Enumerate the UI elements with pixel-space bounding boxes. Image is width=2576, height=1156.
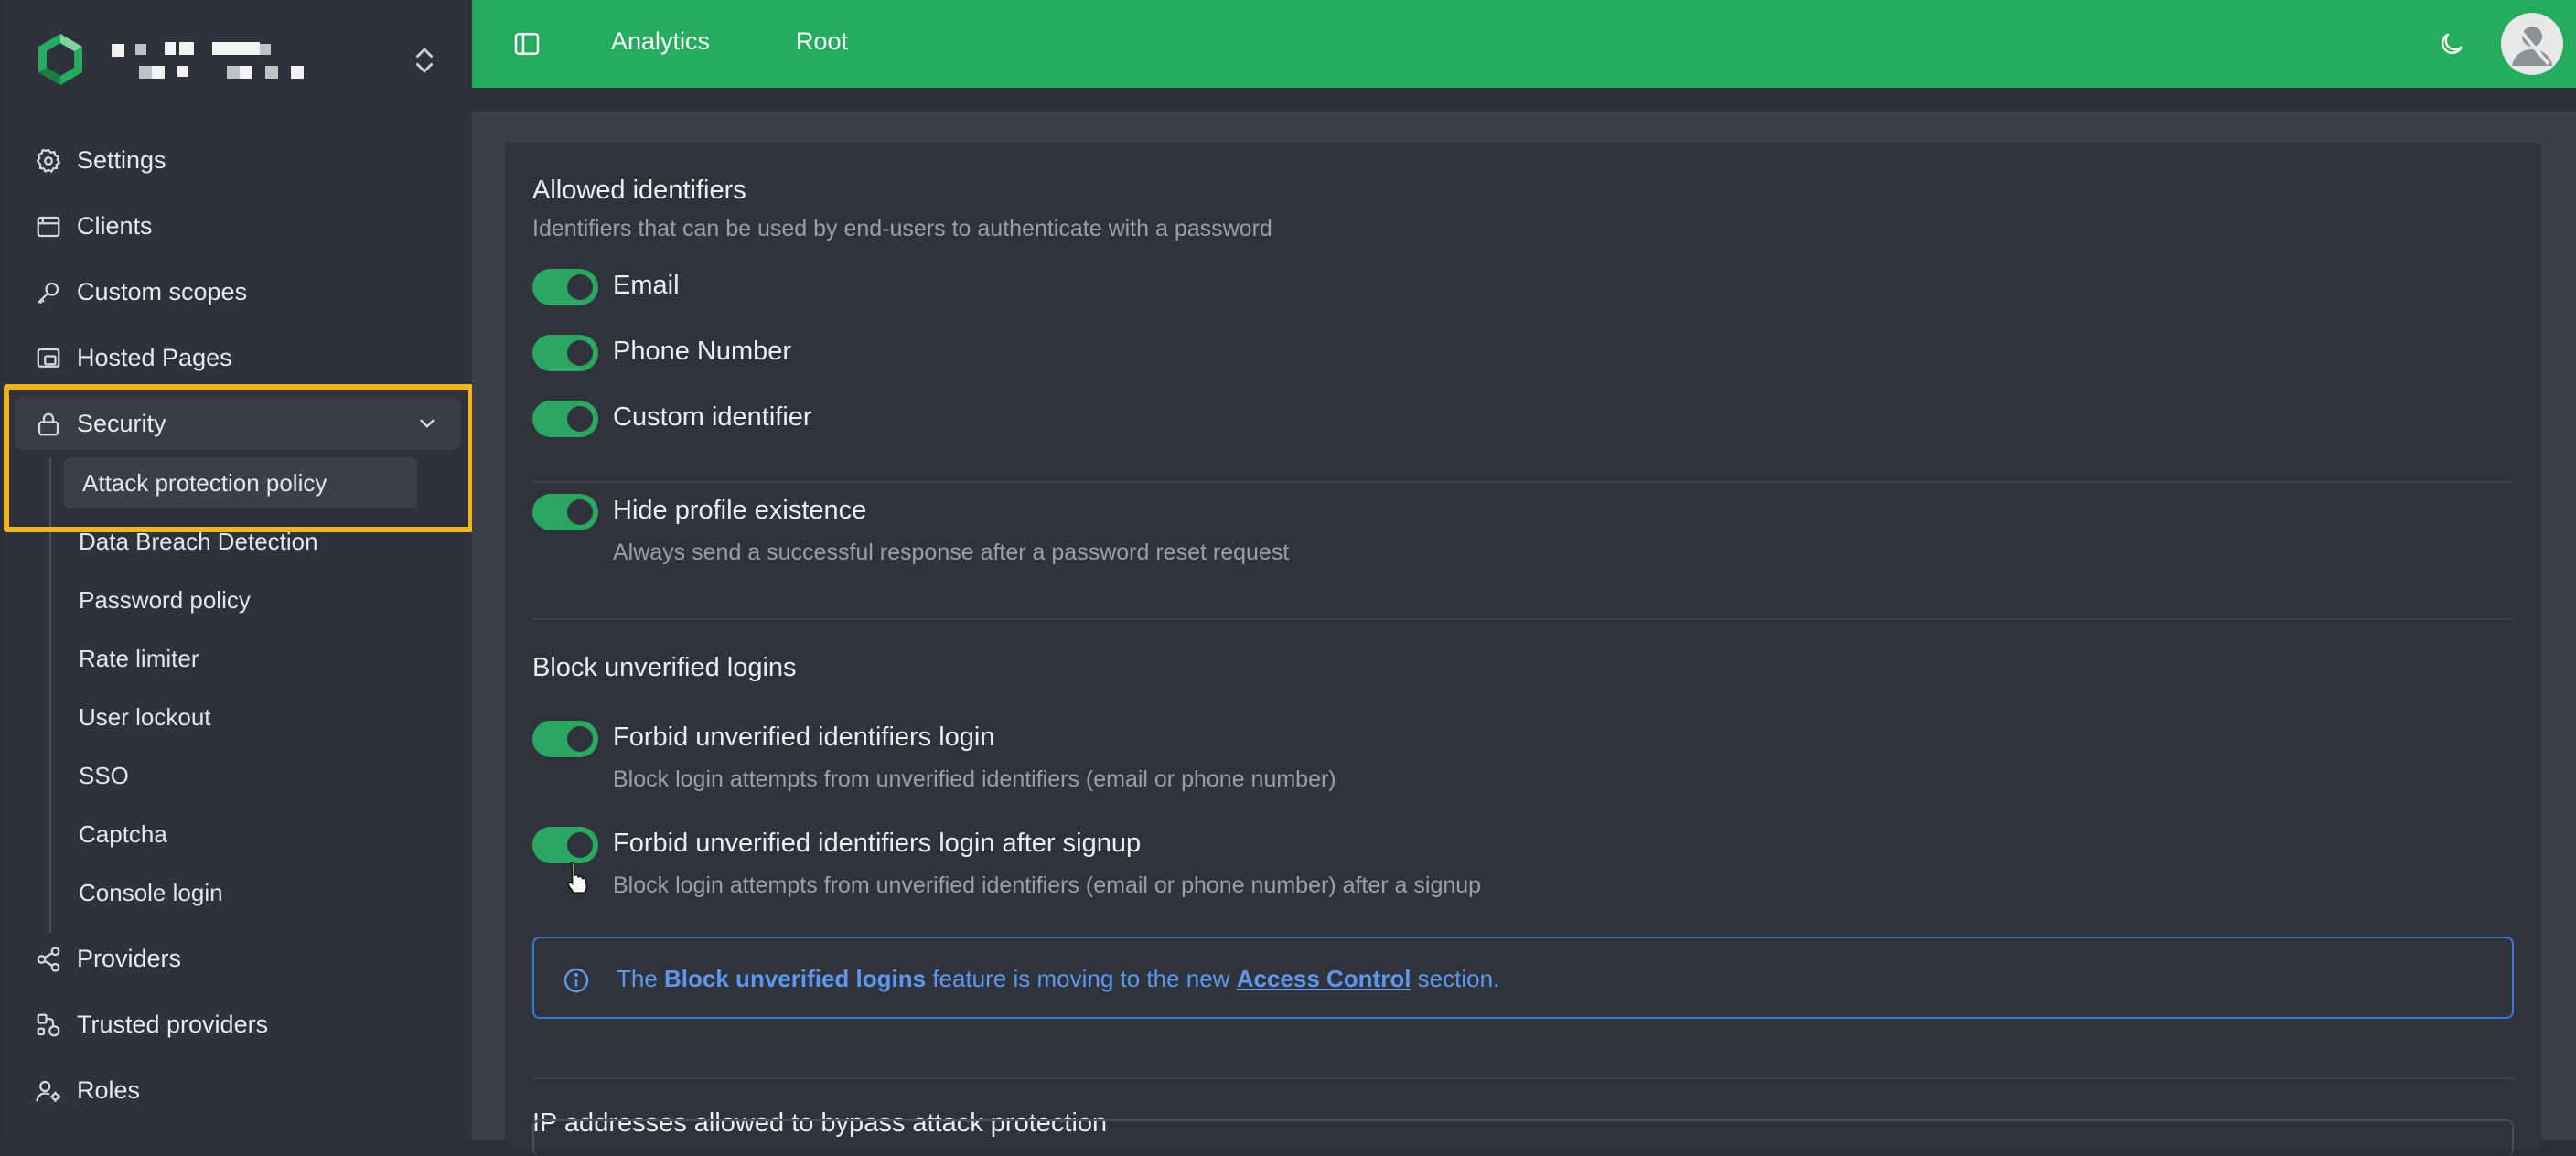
info-icon — [564, 968, 589, 993]
divider — [532, 618, 2514, 620]
sidebar-subitem-label: Data Breach Detection — [79, 527, 318, 555]
lock-icon — [38, 412, 59, 436]
sidebar-item-label: Providers — [77, 944, 182, 972]
custom-identifier-toggle[interactable] — [532, 401, 598, 437]
workspace-name-redacted — [112, 37, 349, 88]
toggle-description: Block login attempts from unverified ide… — [613, 766, 1336, 792]
nodes-icon — [37, 1013, 60, 1037]
divider — [532, 481, 2514, 483]
toggle-label: Forbid unverified identifiers login afte… — [613, 829, 1142, 858]
sidebar-subitem-label: SSO — [79, 761, 129, 789]
avatar[interactable] — [2501, 13, 2563, 75]
top-bar: Analytics Root — [472, 0, 2576, 88]
sidebar-subitem-user-lockout[interactable]: User lockout — [79, 691, 211, 743]
chevron-down-icon[interactable] — [415, 412, 439, 435]
sidebar-toggle-icon[interactable] — [512, 29, 542, 59]
toggle-label: Forbid unverified identifiers login — [613, 722, 995, 752]
sidebar-subitem-console-login[interactable]: Console login — [79, 867, 223, 918]
phone-number-toggle[interactable] — [532, 335, 598, 371]
sidebar-item-label: Clients — [77, 211, 153, 240]
sidebar-subitem-label: Console login — [79, 878, 223, 906]
ip-bypass-input[interactable] — [532, 1119, 2514, 1156]
sidebar-item-providers[interactable]: Providers — [15, 932, 461, 985]
workspace-switcher[interactable] — [31, 27, 452, 91]
sidebar-item-clients[interactable]: Clients — [15, 199, 461, 252]
sidebar-item-trusted-providers[interactable]: Trusted providers — [15, 998, 461, 1051]
window-icon — [37, 216, 60, 238]
sidebar-item-hosted-pages[interactable]: Hosted Pages — [15, 331, 461, 384]
toggle-description: Block login attempts from unverified ide… — [613, 872, 1482, 898]
moon-icon[interactable] — [2437, 29, 2466, 59]
allowed-identifiers-description: Identifiers that can be used by end-user… — [532, 216, 1272, 241]
nav-link-root[interactable]: Root — [796, 27, 848, 56]
sidebar-item-label: Trusted providers — [77, 1010, 269, 1038]
pages-icon — [37, 348, 60, 368]
toggle-label: Phone Number — [613, 337, 792, 366]
sidebar-subitem-label: Attack protection policy — [82, 468, 327, 497]
header-spacer — [472, 88, 2576, 112]
info-middle: feature is moving to the new — [926, 965, 1237, 992]
attack-protection-card: Allowed identifiers Identifiers that can… — [505, 143, 2541, 1149]
toggle-label: Hide profile existence — [613, 496, 867, 525]
sidebar-item-label: Hosted Pages — [77, 343, 232, 371]
app-window: Settings Clients Custom scopes Hosted Pa… — [0, 0, 2576, 1156]
toggle-label: Custom identifier — [613, 402, 812, 432]
sidebar-subitem-captcha[interactable]: Captcha — [79, 808, 167, 860]
sidebar-subitem-data-breach-detection[interactable]: Data Breach Detection — [79, 516, 318, 567]
sidebar-subitem-label: Rate limiter — [79, 644, 199, 672]
info-prefix: The — [617, 965, 665, 992]
sidebar-item-label: Roles — [77, 1076, 141, 1104]
info-alert-text: The Block unverified logins feature is m… — [617, 965, 1499, 993]
hand-cursor-icon — [567, 862, 588, 894]
submenu-rail — [49, 457, 51, 933]
email-toggle[interactable] — [532, 269, 598, 305]
info-alert: The Block unverified logins feature is m… — [532, 937, 2514, 1019]
share-icon — [37, 947, 60, 972]
divider — [532, 1077, 2514, 1079]
user-avatar-icon — [2512, 26, 2552, 66]
allowed-identifiers-title: Allowed identifiers — [532, 176, 746, 205]
user-gear-icon — [36, 1080, 61, 1102]
access-control-link[interactable]: Access Control — [1237, 965, 1411, 992]
sidebar-subitem-rate-limiter[interactable]: Rate limiter — [79, 633, 199, 684]
nav-link-analytics[interactable]: Analytics — [611, 27, 710, 56]
toggle-description: Always send a successful response after … — [613, 540, 1290, 565]
logo-icon — [31, 30, 90, 89]
key-icon — [37, 282, 59, 305]
sidebar-subitem-password-policy[interactable]: Password policy — [79, 574, 251, 626]
sidebar-item-label: Security — [77, 409, 166, 437]
sidebar-item-settings[interactable]: Settings — [15, 134, 461, 187]
sidebar-subitem-label: Password policy — [79, 585, 251, 614]
info-feature-name: Block unverified logins — [664, 965, 927, 992]
sidebar-subitem-attack-protection-policy[interactable]: Attack protection policy — [64, 457, 417, 508]
sidebar-item-label: Settings — [77, 145, 166, 174]
gear-icon — [36, 148, 61, 173]
sidebar-item-label: Custom scopes — [77, 277, 248, 305]
sidebar-item-security[interactable]: Security — [15, 397, 461, 450]
sidebar-subitem-sso[interactable]: SSO — [79, 750, 129, 801]
info-suffix: section. — [1411, 965, 1500, 992]
toggle-label: Email — [613, 271, 680, 300]
chevron-updown-icon[interactable] — [408, 44, 441, 77]
sidebar-subitem-label: Captcha — [79, 819, 167, 848]
forbid-after-signup-toggle[interactable] — [532, 827, 598, 863]
sidebar-item-custom-scopes[interactable]: Custom scopes — [15, 265, 461, 318]
sidebar-item-roles[interactable]: Roles — [15, 1064, 461, 1117]
hide-profile-toggle[interactable] — [532, 494, 598, 530]
block-unverified-title: Block unverified logins — [532, 653, 797, 682]
main-content: Allowed identifiers Identifiers that can… — [472, 112, 2576, 1149]
sidebar-subitem-label: User lockout — [79, 702, 211, 731]
sidebar: Settings Clients Custom scopes Hosted Pa… — [4, 0, 472, 1140]
forbid-unverified-toggle[interactable] — [532, 721, 598, 757]
